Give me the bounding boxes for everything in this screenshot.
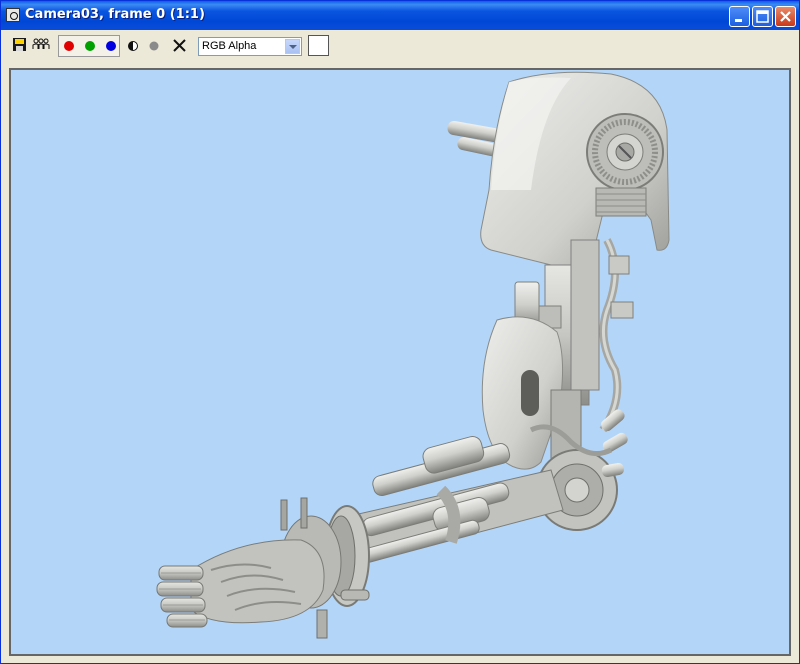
cover-slot: [521, 370, 539, 416]
render-window: Camera03, frame 0 (1:1) RGB Alpha: [0, 0, 800, 664]
render-viewport[interactable]: [9, 68, 791, 656]
shoulder-ribs: [595, 187, 647, 217]
clear-button[interactable]: [171, 36, 191, 56]
title-bar[interactable]: Camera03, frame 0 (1:1): [1, 1, 799, 30]
close-icon: [780, 11, 791, 22]
channel-select-value: RGB Alpha: [202, 40, 257, 52]
save-image-button[interactable]: [11, 36, 31, 56]
window-title: Camera03, frame 0 (1:1): [25, 7, 205, 22]
maximize-button[interactable]: [752, 6, 773, 27]
channel-select[interactable]: RGB Alpha: [198, 37, 302, 56]
close-button[interactable]: [775, 6, 796, 27]
gray-dot-icon: [149, 41, 159, 51]
clone-window-button[interactable]: [31, 36, 51, 56]
maximize-icon: [756, 10, 769, 23]
x-icon: [173, 39, 186, 52]
floppy-disk-icon: [13, 38, 26, 51]
chevron-down-icon[interactable]: [285, 39, 300, 54]
minimize-icon: [735, 19, 742, 22]
alpha-channel-button[interactable]: [145, 36, 165, 56]
minimize-button[interactable]: [729, 6, 750, 27]
half-circle-icon: [128, 41, 138, 51]
blue-dot-icon: [106, 41, 116, 51]
red-dot-icon: [64, 41, 74, 51]
toolbar: RGB Alpha: [5, 33, 795, 61]
green-dot-icon: [85, 41, 95, 51]
green-channel-button[interactable]: [81, 36, 101, 56]
clone-icon: [32, 38, 50, 49]
blue-channel-button[interactable]: [102, 36, 122, 56]
app-icon[interactable]: [6, 8, 20, 22]
robot-arm-render: [156, 71, 670, 639]
color-swatch[interactable]: [308, 35, 329, 56]
monochrome-button[interactable]: [124, 36, 144, 56]
red-channel-button[interactable]: [60, 36, 80, 56]
shoulder-gear: [586, 113, 664, 191]
